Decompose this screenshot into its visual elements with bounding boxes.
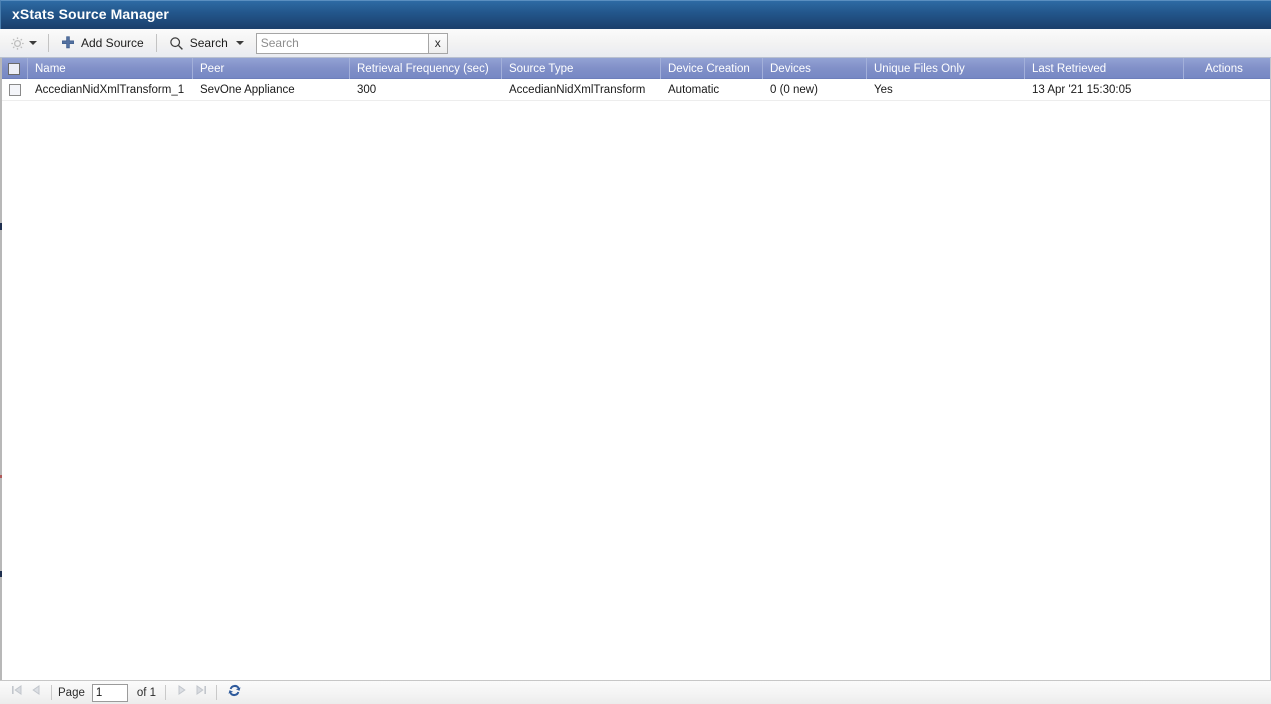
next-page-icon — [175, 683, 189, 702]
first-page-button[interactable] — [7, 683, 26, 702]
column-header-unique-files-only[interactable]: Unique Files Only — [867, 58, 1025, 79]
column-header-devices[interactable]: Devices — [763, 58, 867, 79]
cell-source-type: AccedianNidXmlTransform — [509, 83, 646, 96]
page-title: xStats Source Manager — [12, 6, 169, 22]
search-menu-label: Search — [189, 36, 228, 50]
previous-page-icon — [29, 683, 43, 702]
search-input[interactable] — [255, 32, 428, 54]
last-page-button[interactable] — [191, 683, 210, 702]
toolbar-divider-1 — [48, 34, 49, 52]
toolbar: Add Source Search x — [0, 29, 1271, 58]
next-page-button[interactable] — [172, 683, 191, 702]
plus-icon — [61, 36, 75, 50]
select-all-checkbox[interactable] — [8, 62, 20, 75]
column-header-last-retrieved[interactable]: Last Retrieved — [1025, 58, 1184, 79]
column-header-retrieval-frequency[interactable]: Retrieval Frequency (sec) — [350, 58, 502, 79]
pagination-divider-2 — [165, 685, 167, 700]
table-row[interactable]: AccedianNidXmlTransform_1 SevOne Applian… — [1, 79, 1270, 101]
window-title-bar: xStats Source Manager — [0, 0, 1271, 29]
column-header-source-type[interactable]: Source Type — [502, 58, 661, 79]
add-source-label: Add Source — [81, 36, 144, 50]
column-header-actions[interactable]: Actions — [1184, 58, 1264, 79]
settings-menu-button[interactable] — [8, 32, 39, 54]
search-menu-button[interactable]: Search — [166, 32, 247, 54]
cell-device-creation: Automatic — [668, 83, 720, 96]
cell-peer: SevOne Appliance — [200, 83, 295, 96]
pagination-divider-3 — [216, 685, 218, 700]
cell-devices: 0 (0 new) — [770, 83, 818, 96]
cell-last-retrieved: 13 Apr '21 15:30:05 — [1032, 83, 1132, 96]
select-all-header-cell[interactable] — [1, 58, 28, 79]
page-number-input[interactable] — [91, 683, 128, 702]
chevron-down-icon — [29, 41, 37, 45]
refresh-button[interactable] — [224, 683, 244, 703]
sources-grid: Name Peer Retrieval Frequency (sec) Sour… — [0, 58, 1271, 680]
magnifier-icon — [169, 36, 184, 51]
grid-header-row: Name Peer Retrieval Frequency (sec) Sour… — [1, 58, 1270, 79]
cell-unique-files-only: Yes — [874, 83, 893, 96]
row-select-cell[interactable] — [1, 79, 28, 100]
row-select-checkbox[interactable] — [8, 83, 21, 96]
page-label: Page — [58, 686, 85, 699]
column-header-device-creation[interactable]: Device Creation — [661, 58, 763, 79]
cell-retrieval-frequency: 300 — [357, 83, 377, 96]
gear-icon — [10, 36, 25, 51]
pagination-divider-1 — [51, 685, 52, 700]
refresh-icon — [227, 683, 242, 703]
clear-search-button[interactable]: x — [427, 32, 448, 54]
cell-actions[interactable] — [1184, 79, 1264, 100]
first-page-icon — [10, 683, 24, 702]
cell-name: AccedianNidXmlTransform_1 — [35, 83, 185, 96]
page-count-label: of 1 — [136, 686, 157, 699]
column-header-name[interactable]: Name — [28, 58, 193, 79]
toolbar-divider-2 — [155, 34, 157, 52]
pagination-bar: Page of 1 — [0, 680, 1271, 704]
xstats-source-manager-window: xStats Source Manager Add Source Search … — [0, 0, 1271, 704]
chevron-down-icon — [235, 41, 244, 45]
search-field-group: x — [255, 32, 448, 54]
previous-page-button[interactable] — [26, 683, 45, 702]
last-page-icon — [194, 683, 208, 702]
add-source-button[interactable]: Add Source — [58, 32, 147, 54]
column-header-peer[interactable]: Peer — [193, 58, 350, 79]
